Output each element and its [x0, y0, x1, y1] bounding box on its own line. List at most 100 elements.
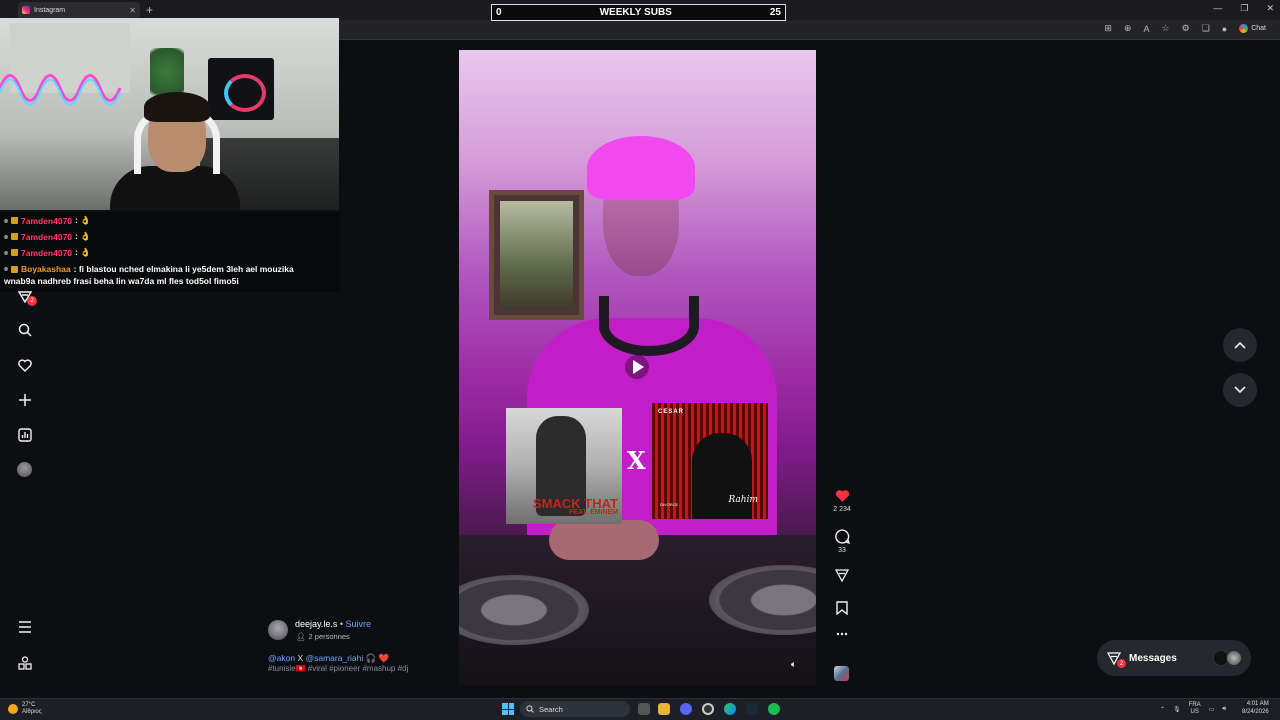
profile-icon[interactable]: ●	[1222, 24, 1227, 34]
comment-button[interactable]: 33	[833, 529, 851, 554]
translate-icon[interactable]: ⊞	[1104, 23, 1112, 34]
weather-icon	[8, 704, 18, 715]
audio-thumbnail[interactable]	[834, 666, 849, 681]
close-window-button[interactable]: ✕	[1266, 3, 1274, 14]
dot-icon	[4, 218, 8, 223]
weather-temp: 27°C	[22, 702, 36, 708]
browser-tab[interactable]: Instagram ✕	[18, 2, 140, 18]
follow-button[interactable]: Suivre	[346, 619, 372, 629]
sidebar-profile-avatar[interactable]	[17, 462, 32, 477]
people-icon: 👤︎	[296, 632, 306, 641]
system-tray: ⌃ 🎙︎ FRA US ▭ 🔊︎	[1160, 702, 1226, 716]
avatar	[1226, 650, 1242, 666]
hands	[549, 520, 659, 560]
browser-toolbar: ⊞ ⊕ A ☆ ⚙ ❏ ● Chat	[1104, 23, 1266, 34]
streamer-hair	[144, 92, 210, 122]
separator: •	[339, 619, 344, 629]
neon-light	[0, 74, 122, 106]
taskbar-search[interactable]: Search	[520, 701, 630, 717]
sidebar-dashboard[interactable]	[16, 426, 34, 444]
author-username[interactable]: deejay.le.s	[295, 619, 337, 629]
sidebar-search[interactable]	[16, 321, 34, 339]
task-view-icon[interactable]	[638, 703, 650, 715]
mention-link[interactable]: @akon	[268, 653, 295, 663]
more-options-button[interactable]	[833, 632, 851, 636]
language-indicator[interactable]: FRA US	[1189, 702, 1201, 716]
webcam-overlay	[0, 18, 339, 210]
notification-badge: 2	[27, 296, 37, 306]
menu-icon	[19, 621, 31, 633]
comment-icon	[834, 529, 850, 544]
sidebar-more[interactable]	[16, 618, 34, 636]
sub-badge-icon	[11, 217, 18, 224]
copilot-icon	[1239, 24, 1249, 33]
caption-text: @akon X @samara_riahi 🎧 ❤️	[268, 653, 389, 664]
mute-icon[interactable]: 🔈︎	[791, 659, 803, 671]
sub-badge-icon	[11, 233, 18, 240]
extensions-icon[interactable]: ⚙	[1182, 23, 1190, 34]
copilot-chat-button[interactable]: Chat	[1239, 24, 1266, 33]
steam-icon[interactable]	[746, 703, 758, 715]
discord-icon[interactable]	[680, 703, 692, 715]
heart-filled-icon	[835, 490, 849, 502]
taskbar-clock[interactable]: 4:01 AM 8/24/2026	[1242, 701, 1269, 717]
subs-right-value: 25	[769, 7, 781, 18]
album2-brand: CESAR	[658, 409, 685, 415]
chat-text: : 👌	[75, 215, 91, 225]
chat-username: Boyakashaa	[21, 264, 71, 274]
spotify-icon[interactable]	[768, 703, 780, 715]
dot-icon	[4, 250, 8, 255]
previous-reel-button[interactable]	[1223, 328, 1257, 362]
save-button[interactable]	[833, 601, 851, 615]
minimize-button[interactable]: —	[1213, 3, 1222, 14]
chat-text: : 👌	[75, 231, 91, 241]
tray-chevron-icon[interactable]: ⌃	[1160, 706, 1165, 713]
maximize-button[interactable]: ❐	[1240, 3, 1248, 14]
instagram-favicon-icon	[22, 6, 30, 14]
like-button[interactable]: 2 234	[833, 489, 851, 513]
weekly-subs-bar: 0 WEEKLY SUBS 25	[491, 4, 786, 21]
volume-icon[interactable]: 🔊︎	[1222, 706, 1226, 713]
search-label: Search	[539, 704, 563, 714]
zoom-icon[interactable]: ⊕	[1124, 23, 1132, 34]
sidebar-apps[interactable]	[16, 654, 34, 672]
author-avatar[interactable]	[268, 620, 288, 640]
right-jog-wheel	[709, 565, 816, 635]
comment-count: 33	[838, 547, 846, 554]
reel-video[interactable]: SMACK THAT FEAT. EMINEM X CESAR DIVORCE R…	[459, 50, 816, 685]
subs-title: WEEKLY SUBS	[599, 7, 672, 18]
window-controls: — ❐ ✕	[1213, 3, 1274, 14]
headphones	[599, 296, 699, 356]
collections-icon[interactable]: ❏	[1202, 23, 1210, 34]
mic-icon[interactable]: 🎙︎	[1173, 706, 1181, 713]
next-reel-button[interactable]	[1223, 373, 1257, 407]
read-aloud-icon[interactable]: A	[1144, 24, 1150, 34]
new-tab-button[interactable]: +	[146, 3, 153, 17]
more-icon	[836, 632, 848, 636]
mention-link[interactable]: @samara_riahi	[305, 653, 363, 663]
messages-badge: 2	[1117, 659, 1126, 668]
close-tab-icon[interactable]: ✕	[129, 6, 136, 15]
chat-username: 7amden4070	[21, 247, 73, 258]
sidebar-notifications-heart[interactable]	[16, 356, 34, 374]
start-button[interactable]	[502, 703, 514, 715]
like-count: 2 234	[833, 506, 851, 513]
favorite-star-icon[interactable]: ☆	[1162, 23, 1170, 34]
wall-painting	[489, 190, 584, 320]
dot-icon	[4, 234, 8, 239]
file-explorer-icon[interactable]	[658, 703, 670, 715]
network-icon[interactable]: ▭	[1209, 706, 1215, 713]
heart-icon	[18, 358, 32, 372]
hashtags[interactable]: #tunisie🇹🇳 #viral #pioneer #mashup #dj	[268, 664, 408, 673]
obs-icon[interactable]	[702, 703, 714, 715]
search-icon	[526, 705, 534, 713]
sidebar-create[interactable]	[16, 391, 34, 409]
collaborators[interactable]: 👤︎ 2 personnes	[296, 632, 350, 641]
edge-icon[interactable]	[724, 703, 736, 715]
play-icon[interactable]	[625, 355, 649, 379]
weather-widget[interactable]: 27°C Αίθριος	[8, 702, 42, 716]
share-button[interactable]	[833, 569, 851, 582]
search-icon	[18, 323, 32, 337]
chat-username: 7amden4070	[21, 231, 73, 242]
send-icon	[835, 569, 849, 582]
